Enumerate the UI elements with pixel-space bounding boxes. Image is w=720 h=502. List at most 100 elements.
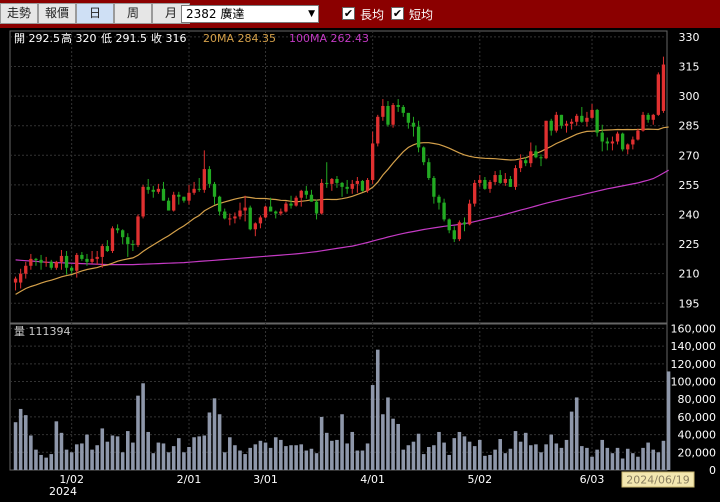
volume-bar (442, 442, 446, 470)
open-value: 開 292.5 (14, 32, 60, 45)
candle-body (248, 207, 252, 230)
volume-bar (273, 437, 278, 470)
volume-bar (18, 408, 23, 470)
candle-body (498, 175, 502, 183)
stock-select-value: 2382 廣達 (186, 7, 245, 21)
volume-bar (177, 438, 181, 470)
candle-body (110, 228, 115, 251)
candle-body (651, 114, 655, 120)
candle-body (29, 258, 33, 266)
volume-tick-label: 120,000 (671, 358, 717, 371)
volume-bar (610, 453, 615, 470)
volume-bar (447, 454, 451, 470)
volume-bar (493, 449, 497, 470)
volume-bar (161, 443, 166, 470)
candle-body (646, 114, 650, 120)
volume-tick-label: 40,000 (678, 429, 717, 442)
volume-bar (171, 446, 176, 470)
volume-bar (100, 428, 105, 470)
candle-body (263, 206, 268, 218)
volume-bar (590, 456, 594, 470)
candle-body (626, 144, 630, 150)
volume-bar (95, 445, 99, 470)
candle-body (457, 222, 462, 240)
candle-body (452, 230, 456, 240)
candle-body (631, 139, 635, 145)
volume-bar (554, 443, 559, 470)
price-axis: 330 315 300 285 270 255 240 225 210 195 (679, 31, 700, 310)
tab-quote[interactable]: 報價 (38, 3, 76, 24)
volume-bar (503, 453, 508, 470)
candle-body (391, 104, 395, 125)
candle-body (166, 200, 171, 211)
volume-bar (625, 448, 630, 470)
candle-body (539, 157, 543, 159)
candle-body (554, 114, 558, 131)
candle-body (360, 180, 365, 191)
volume-bar (462, 436, 467, 470)
volume-tick-label: 80,000 (678, 393, 717, 406)
volume-bar (350, 431, 355, 470)
tab-trend[interactable]: 走勢 (0, 3, 38, 24)
volume-bar (631, 453, 635, 470)
candle-body (279, 211, 283, 214)
candle-body (141, 186, 145, 217)
volume-bar (472, 446, 477, 470)
volume-tick-label: 100,000 (671, 376, 717, 389)
candle-body (212, 183, 217, 197)
candle-body (274, 211, 278, 214)
stock-chart[interactable]: 330 315 300 285 270 255 240 225 210 195 160,000 14… (0, 28, 720, 502)
volume-bar (228, 437, 232, 470)
price-tick-label: 210 (679, 268, 700, 281)
volume-bar (319, 416, 324, 470)
candle-body (401, 106, 405, 113)
date-tick-label: 2/01 (177, 473, 202, 486)
price-tick-label: 240 (679, 208, 700, 221)
tab-daily[interactable]: 日 (76, 3, 114, 24)
tab-weekly[interactable]: 周 (114, 3, 152, 24)
volume-bar (360, 450, 365, 470)
short-ma-checkbox[interactable]: ✔ (391, 7, 404, 20)
volume-bar (258, 440, 263, 470)
candle-body (90, 258, 94, 262)
candle-body (44, 261, 48, 263)
candle-body (503, 178, 507, 183)
candle-body (473, 182, 477, 204)
candle-body (350, 183, 354, 189)
close-value: 收 316 (151, 31, 187, 45)
volume-bar (636, 456, 640, 470)
long-ma-checkbox[interactable]: ✔ (342, 7, 355, 20)
candle-body (462, 222, 467, 225)
volume-bar (54, 421, 59, 470)
volume-bar (518, 441, 523, 470)
chevron-down-icon: ▼ (308, 9, 315, 19)
candle-body (243, 207, 247, 211)
volume-bar (253, 444, 258, 470)
volume-bar (529, 445, 533, 470)
candle-body (620, 133, 625, 150)
date-tick-label: 3/01 (253, 473, 278, 486)
candle-body (580, 115, 584, 122)
volume-bar (539, 452, 543, 470)
volume-bar (279, 439, 283, 470)
volume-bar (39, 454, 43, 470)
candle-body (294, 197, 298, 206)
volume-bar (488, 454, 492, 470)
candle-body (126, 237, 130, 245)
candle-body (105, 246, 110, 251)
candle-body (534, 151, 538, 158)
volume-bar (248, 447, 253, 470)
volume-bar (263, 442, 268, 470)
volume-bar (304, 450, 309, 470)
stock-select[interactable]: 2382 廣達 ▼ (181, 5, 319, 23)
candle-body (192, 188, 196, 193)
volume-bar (314, 453, 319, 470)
volume-bar (29, 435, 33, 470)
candle-body (595, 109, 599, 133)
candle-body (95, 256, 99, 259)
candle-body (656, 74, 661, 115)
candle-body (559, 114, 564, 126)
volume-bar (345, 443, 349, 470)
volume-bar (222, 452, 227, 470)
candle-body (238, 210, 242, 217)
